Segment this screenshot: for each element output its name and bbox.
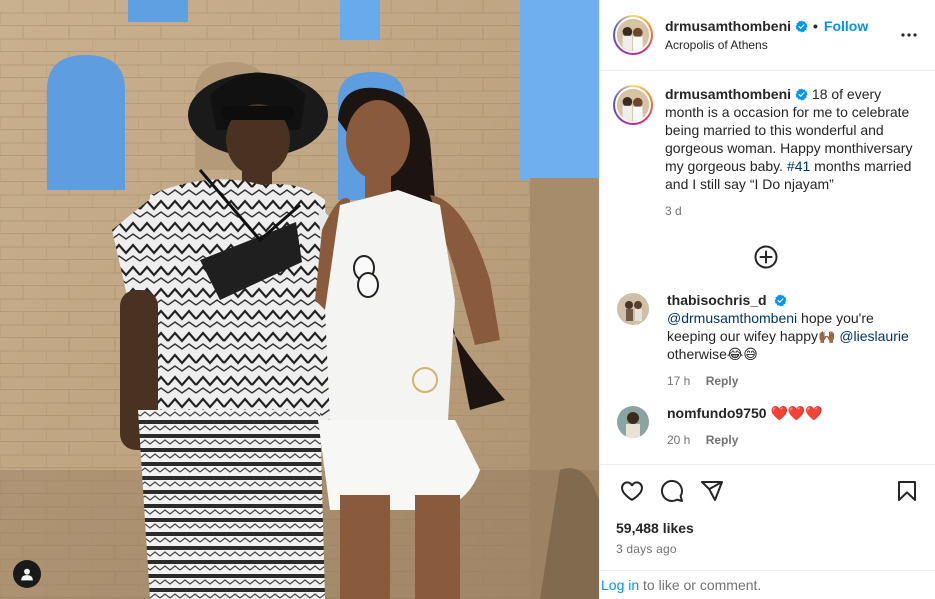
commenter-avatar-image <box>617 406 649 438</box>
comment-item: thabisochris_d @drmusamthombeni hope you… <box>613 291 919 389</box>
like-button[interactable] <box>612 471 652 511</box>
comment-mention[interactable]: @drmusamthombeni <box>667 310 797 326</box>
login-link[interactable]: Log in <box>601 577 639 593</box>
comment-text: ❤️❤️❤️ <box>770 405 823 421</box>
verified-badge-icon <box>795 20 808 32</box>
author-avatar[interactable] <box>613 15 653 55</box>
load-more-comments[interactable] <box>613 245 919 269</box>
more-options-icon <box>901 33 917 37</box>
comment-meta: 17 h Reply <box>667 373 919 389</box>
caption-author-avatar[interactable] <box>613 85 653 125</box>
post-caption: drmusamthombeni 18 of every month is a o… <box>613 85 919 219</box>
reply-button[interactable]: Reply <box>706 374 739 388</box>
post-photo[interactable] <box>0 0 599 599</box>
comment-meta: 20 h Reply <box>667 432 919 448</box>
post-side-panel: drmusamthombeni • Follow Acropolis of At… <box>599 0 935 599</box>
caption-hashtag[interactable]: #41 <box>787 158 810 174</box>
comment-username[interactable]: thabisochris_d <box>667 292 767 308</box>
login-prompt: Log in to like or comment. <box>600 570 935 599</box>
caption-meta: 3 d <box>665 203 919 219</box>
verified-badge-icon <box>775 294 787 307</box>
post-location[interactable]: Acropolis of Athens <box>665 37 897 53</box>
user-tag-icon <box>21 568 33 581</box>
author-username[interactable]: drmusamthombeni <box>665 17 791 35</box>
author-avatar-image <box>617 19 649 51</box>
comment-text: otherwise😂😅 <box>667 346 758 362</box>
comment-icon <box>660 479 683 502</box>
comment-username[interactable]: nomfundo9750 <box>667 405 767 421</box>
follow-button[interactable]: Follow <box>824 17 868 35</box>
comment-age[interactable]: 17 h <box>667 374 690 388</box>
verified-badge-icon <box>795 88 808 101</box>
comment-button[interactable] <box>652 471 692 511</box>
commenter-avatar-image <box>617 293 649 325</box>
comment-mention[interactable]: @lieslaurie <box>839 328 908 344</box>
bookmark-icon <box>898 481 916 501</box>
caption-username[interactable]: drmusamthombeni <box>665 86 791 102</box>
post-actions: 59,488 likes 3 days ago <box>600 464 935 557</box>
share-icon <box>701 481 723 501</box>
comment-age[interactable]: 20 h <box>667 433 690 447</box>
plus-circle-icon <box>754 245 778 269</box>
post-header: drmusamthombeni • Follow Acropolis of At… <box>600 0 935 71</box>
more-options-button[interactable] <box>897 23 921 47</box>
comment-item: nomfundo9750 ❤️❤️❤️ 20 h Reply <box>613 404 919 448</box>
commenter-avatar[interactable] <box>617 293 649 325</box>
caption-avatar-image <box>617 89 649 121</box>
login-prompt-text: to like or comment. <box>639 577 762 593</box>
post-date[interactable]: 3 days ago <box>616 541 919 557</box>
comments-list[interactable]: drmusamthombeni 18 of every month is a o… <box>600 71 935 464</box>
save-button[interactable] <box>887 471 927 511</box>
action-bar <box>612 465 919 517</box>
heart-icon <box>621 481 643 501</box>
commenter-avatar[interactable] <box>617 406 649 438</box>
share-button[interactable] <box>692 471 732 511</box>
caption-age[interactable]: 3 d <box>665 204 682 218</box>
post-image <box>0 0 599 599</box>
tagged-users-button[interactable] <box>13 560 41 588</box>
reply-button[interactable]: Reply <box>706 433 739 447</box>
separator-dot: • <box>813 18 818 34</box>
likes-count[interactable]: 59,488 likes <box>616 519 919 537</box>
